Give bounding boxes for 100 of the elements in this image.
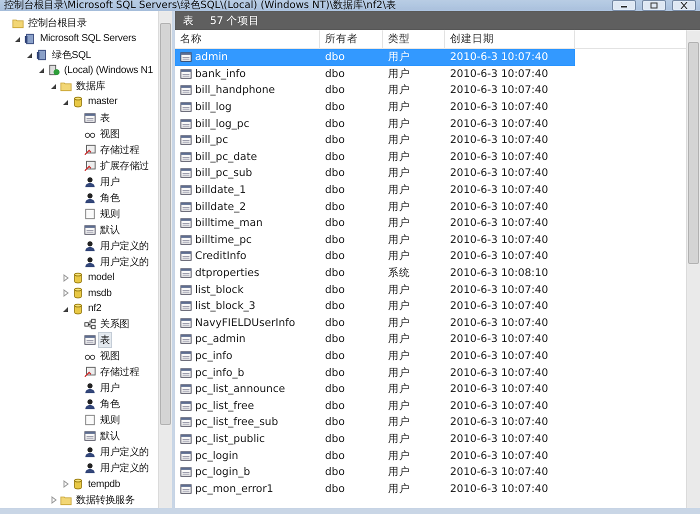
tree-item[interactable]: 规则: [98, 412, 122, 428]
table-cell-text: 2010-6-3 10:07:40: [449, 316, 550, 331]
table-row[interactable]: bill_pc_date dbo 用户 2010-6-3 10:07:40: [175, 148, 575, 166]
tree-item[interactable]: 数据转换服务: [74, 492, 137, 508]
tree-item[interactable]: Microsoft SQL Servers: [38, 32, 138, 46]
tree-item[interactable]: 规则: [98, 206, 122, 222]
table-row[interactable]: pc_info dbo 用户 2010-6-3 10:07:40: [175, 348, 575, 364]
table-icon: [180, 316, 192, 329]
table-cell: bill_handphone: [195, 84, 275, 96]
table-row[interactable]: pc_admin dbo 用户 2010-6-3 10:07:40: [175, 331, 575, 348]
table-cell: pc_info_b: [195, 366, 244, 379]
tree-item[interactable]: 绿色SQL: [50, 46, 94, 63]
table-row[interactable]: bill_log_pc dbo 用户 2010-6-3 10:07:40: [175, 115, 575, 132]
tree-item[interactable]: 默认: [98, 222, 122, 238]
tree-item[interactable]: master: [86, 95, 120, 108]
table-cell-text: 2010-6-3 10:07:40: [449, 100, 550, 116]
tree-item[interactable]: 表: [98, 110, 112, 126]
table-row[interactable]: list_block dbo 用户 2010-6-3 10:07:40: [175, 281, 575, 298]
table-cell: pc_list_free_sub: [195, 416, 278, 428]
collapsed-arrow-icon[interactable]: [62, 289, 70, 298]
table-row[interactable]: bill_pc_sub dbo 用户 2010-6-3 10:07:40: [175, 165, 575, 182]
table-row[interactable]: pc_list_free_sub dbo 用户 2010-6-3 10:07:40: [175, 414, 575, 431]
tree-item[interactable]: (Local) (Windows N1: [62, 64, 156, 77]
tree-item[interactable]: tempdb: [86, 478, 122, 491]
scrollbar[interactable]: [686, 30, 700, 508]
expanded-arrow-icon[interactable]: [26, 50, 34, 59]
table-cell-text: 2010-6-3 10:07:40: [449, 116, 550, 132]
table-cell-text: dbo: [324, 432, 346, 447]
tree-item[interactable]: 用户定义的: [98, 238, 152, 254]
tree-item[interactable]: 角色: [98, 396, 122, 412]
expanded-arrow-icon[interactable]: [50, 82, 58, 90]
scrollbar[interactable]: [158, 11, 172, 508]
tree-item[interactable]: 角色: [98, 190, 122, 206]
column-header[interactable]: 类型: [383, 30, 445, 48]
collapsed-arrow-icon[interactable]: [50, 496, 58, 504]
table-row[interactable]: billtime_man dbo 用户 2010-6-3 10:07:40: [175, 214, 575, 232]
table-row[interactable]: NavyFIELDUserInfo dbo 用户 2010-6-3 10:07:40: [175, 314, 575, 332]
person-icon: [84, 176, 96, 188]
tree-item[interactable]: 用户定义的: [98, 254, 152, 270]
table-icon: [180, 134, 192, 146]
tree-item[interactable]: 表: [98, 332, 112, 348]
close-button[interactable]: [672, 0, 696, 11]
column-header[interactable]: 所有者: [320, 30, 383, 48]
column-header[interactable]: 名称: [175, 30, 320, 48]
expanded-arrow-icon[interactable]: [62, 98, 70, 106]
person-icon: [84, 192, 96, 204]
table-row[interactable]: bank_info dbo 用户 2010-6-3 10:07:40: [175, 66, 575, 82]
table-row[interactable]: pc_login dbo 用户 2010-6-3 10:07:40: [175, 447, 575, 464]
collapsed-arrow-icon[interactable]: [62, 480, 70, 488]
table-row[interactable]: pc_info_b dbo 用户 2010-6-3 10:07:40: [175, 364, 575, 381]
table-cell: dtproperties: [195, 267, 260, 280]
expanded-arrow-icon[interactable]: [38, 66, 46, 74]
table-cell: admin: [195, 51, 228, 64]
tree-item[interactable]: 视图: [98, 126, 122, 142]
table-cell: pc_list_announce: [195, 383, 286, 396]
person-icon: [84, 446, 96, 458]
tree-item[interactable]: 视图: [98, 348, 122, 364]
tree-item[interactable]: nf2: [86, 302, 104, 316]
table-row[interactable]: pc_list_free dbo 用户 2010-6-3 10:07:40: [175, 397, 575, 414]
database-icon: [72, 272, 84, 284]
table-row[interactable]: billdate_2 dbo 用户 2010-6-3 10:07:40: [175, 198, 575, 215]
collapsed-arrow-icon[interactable]: [62, 274, 70, 282]
table-cell-text: 2010-6-3 10:07:40: [449, 83, 550, 98]
table-cell-text: 2010-6-3 10:07:40: [449, 50, 550, 66]
table-row[interactable]: pc_mon_error1 dbo 用户 2010-6-3 10:07:40: [175, 480, 575, 498]
tree-item[interactable]: 用户: [98, 380, 122, 396]
table-cell-text: dbo: [324, 232, 346, 248]
maximize-button[interactable]: [642, 0, 666, 11]
table-cell: billdate_2: [195, 200, 246, 213]
tree-item[interactable]: 用户定义的: [98, 444, 152, 460]
table-cell-text: dbo: [324, 348, 346, 364]
table-icon: [180, 416, 192, 428]
tree-item[interactable]: 用户定义的: [98, 460, 152, 476]
tree-item[interactable]: model: [86, 271, 116, 284]
expanded-arrow-icon[interactable]: [62, 304, 70, 313]
column-header[interactable]: 创建日期: [445, 30, 575, 48]
tree-item[interactable]: 关系图: [98, 316, 132, 332]
table-row[interactable]: list_block_3 dbo 用户 2010-6-3 10:07:40: [175, 298, 575, 314]
tree-item[interactable]: 默认: [98, 428, 122, 444]
table-row[interactable]: bill_log dbo 用户 2010-6-3 10:07:40: [175, 98, 575, 116]
table-row[interactable]: pc_login_b dbo 用户 2010-6-3 10:07:40: [175, 464, 575, 480]
table-row[interactable]: bill_pc dbo 用户 2010-6-3 10:07:40: [175, 132, 575, 149]
table-row[interactable]: pc_list_public dbo 用户 2010-6-3 10:07:40: [175, 430, 575, 448]
tree-item[interactable]: 扩展存储过: [98, 158, 152, 174]
table-row[interactable]: pc_list_announce dbo 用户 2010-6-3 10:07:40: [175, 380, 575, 398]
table-row[interactable]: billdate_1 dbo 用户 2010-6-3 10:07:40: [175, 182, 575, 198]
tree-item[interactable]: 存储过程: [98, 142, 142, 158]
table-cell: bill_pc_date: [195, 150, 258, 163]
table-row[interactable]: billtime_pc dbo 用户 2010-6-3 10:07:40: [175, 232, 575, 248]
table-row[interactable]: dtproperties dbo 系统 2010-6-3 10:08:10: [175, 264, 575, 282]
table-row[interactable]: CreditInfo dbo 用户 2010-6-3 10:07:40: [175, 248, 575, 265]
expanded-arrow-icon[interactable]: [14, 34, 22, 43]
tree-item[interactable]: 用户: [98, 174, 122, 190]
minimize-button[interactable]: [612, 0, 636, 11]
tree-item[interactable]: msdb: [86, 286, 114, 300]
tree-item[interactable]: 存储过程: [98, 364, 142, 380]
tree-item[interactable]: 控制台根目录: [26, 15, 89, 31]
tree-item[interactable]: 数据库: [74, 78, 108, 94]
table-row[interactable]: bill_handphone dbo 用户 2010-6-3 10:07:40: [175, 82, 575, 99]
table-icon: [84, 430, 96, 442]
